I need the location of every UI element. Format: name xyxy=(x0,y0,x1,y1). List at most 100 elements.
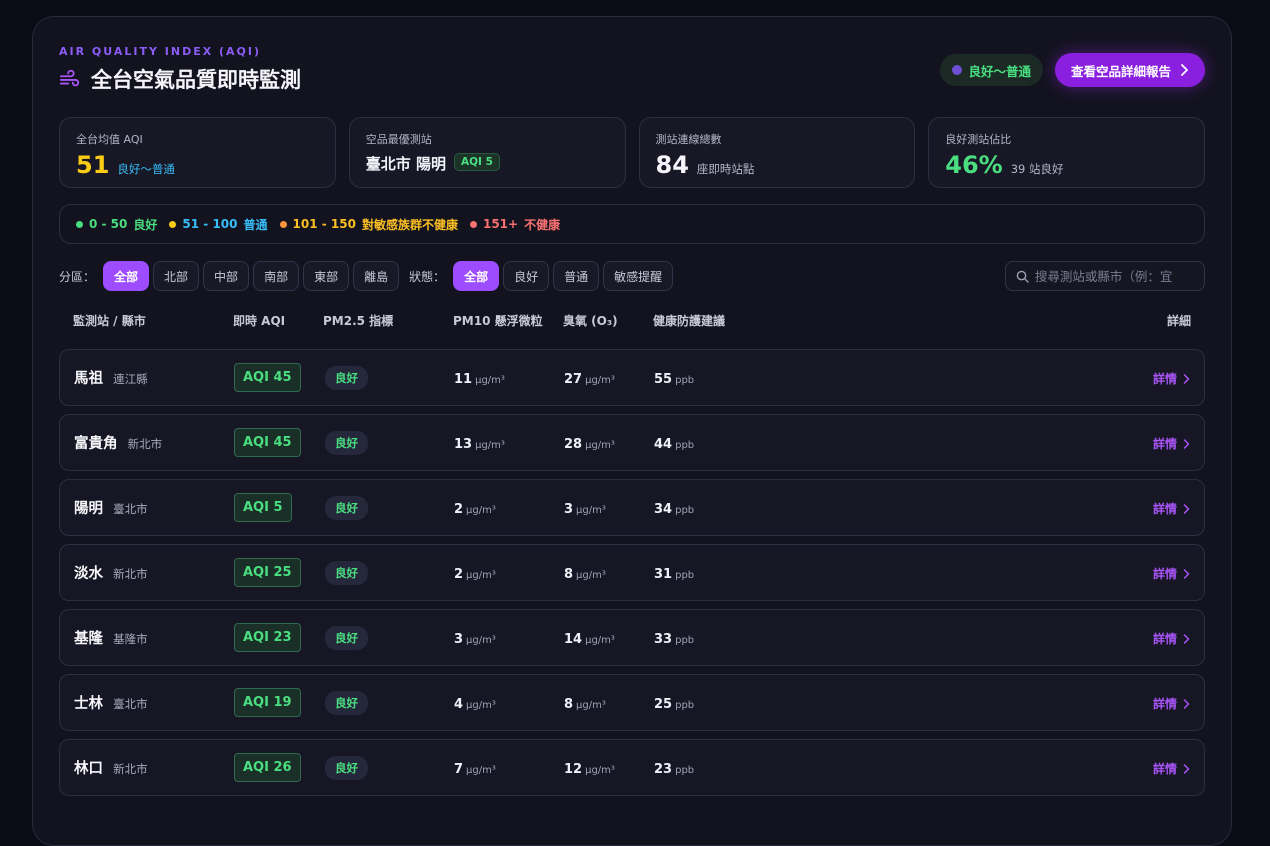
stat-label: 空品最優測站 xyxy=(365,133,432,146)
pm10-value: 2 xyxy=(454,502,464,517)
stat-value-row: 46% 39 站良好 xyxy=(945,151,1188,179)
station-cell: 士林 臺北市 xyxy=(74,692,234,713)
aqi-legend: 0 - 50 良好 51 - 100 普通 101 - 150 對敏感族群不健康… xyxy=(59,204,1205,244)
aqi-badge: AQI 25 xyxy=(234,558,301,587)
pm10-cell: 4 μg/m³ xyxy=(454,693,564,712)
status-chip-moderate[interactable]: 普通 xyxy=(553,261,600,291)
detail-link[interactable]: 詳情 xyxy=(1153,630,1190,647)
ozone-unit: μg/m³ xyxy=(576,700,606,711)
chevron-right-icon xyxy=(1183,633,1190,644)
legend-dot-icon xyxy=(469,220,477,228)
legend-range: 0 - 50 xyxy=(89,217,128,231)
ppb-unit: ppb xyxy=(675,570,695,581)
station-county: 連江縣 xyxy=(113,372,148,386)
view-report-button[interactable]: 查看空品詳細報告 xyxy=(1054,53,1205,87)
view-report-label: 查看空品詳細報告 xyxy=(1070,63,1171,79)
stat-label: 良好測站佔比 xyxy=(945,133,1012,146)
region-chip-islands[interactable]: 離島 xyxy=(353,261,400,291)
ozone-unit: μg/m³ xyxy=(576,505,606,516)
header-right: 良好～普通 查看空品詳細報告 xyxy=(940,53,1205,87)
ozone-unit: μg/m³ xyxy=(585,765,615,776)
detail-link[interactable]: 詳情 xyxy=(1153,370,1190,387)
ozone-unit: μg/m³ xyxy=(585,375,615,386)
table-row: 淡水 新北市 AQI 25 良好 2 μg/m³ 8 μg/m³ 31 ppb 詳情 xyxy=(59,544,1205,601)
pm25-badge: 良好 xyxy=(325,430,368,455)
best-station-name: 臺北市 陽明 xyxy=(365,155,446,173)
ozone-value: 14 xyxy=(564,632,583,647)
status-chip-all[interactable]: 全部 xyxy=(453,261,500,291)
station-name: 基隆 xyxy=(74,631,103,647)
pm10-value: 11 xyxy=(454,372,473,387)
col-header-detail: 詳細 xyxy=(1166,313,1191,328)
ppb-value: 34 xyxy=(654,502,673,517)
ozone-cell: 28 μg/m³ xyxy=(564,433,654,452)
region-chip-south[interactable]: 南部 xyxy=(253,261,300,291)
ppb-unit: ppb xyxy=(675,440,695,451)
detail-link[interactable]: 詳情 xyxy=(1153,435,1190,452)
ozone-cell: 8 μg/m³ xyxy=(564,693,654,712)
stat-card-total-stations: 測站連線總數 84 座即時站點 xyxy=(638,117,916,188)
region-chip-central[interactable]: 中部 xyxy=(203,261,250,291)
detail-link[interactable]: 詳情 xyxy=(1153,760,1190,777)
ppb-value: 25 xyxy=(654,697,673,712)
pm25-cell: 良好 xyxy=(324,690,454,715)
stat-value-row: 臺北市 陽明 AQI 5 xyxy=(365,152,609,174)
pm10-cell: 2 μg/m³ xyxy=(454,498,564,517)
ppb-unit: ppb xyxy=(675,765,695,776)
status-chip-sensitive[interactable]: 敏感提醒 xyxy=(603,261,674,291)
aqi-badge: AQI 5 xyxy=(234,493,292,522)
legend-item-good: 0 - 50 良好 xyxy=(76,216,157,233)
pm25-cell: 良好 xyxy=(324,430,454,455)
search-icon xyxy=(1016,270,1029,283)
table-row: 富貴角 新北市 AQI 45 良好 13 μg/m³ 28 μg/m³ 44 ppb … xyxy=(59,414,1205,471)
aqi-cell: AQI 26 xyxy=(234,753,324,782)
station-cell: 馬祖 連江縣 xyxy=(74,367,234,388)
pm25-cell: 良好 xyxy=(324,365,454,390)
ozone-value: 27 xyxy=(564,372,583,387)
status-filter-label: 狀態： xyxy=(409,269,446,284)
detail-label: 詳情 xyxy=(1152,567,1177,581)
pm25-badge: 良好 xyxy=(325,495,368,520)
station-name: 馬祖 xyxy=(74,371,103,387)
ppb-value: 55 xyxy=(654,372,673,387)
detail-link[interactable]: 詳情 xyxy=(1153,565,1190,582)
status-chip-good[interactable]: 良好 xyxy=(503,261,550,291)
aqi-badge: AQI 26 xyxy=(234,753,301,782)
advice-cell: 31 ppb xyxy=(654,563,1130,582)
pm10-unit: μg/m³ xyxy=(466,765,496,776)
stats-row: 全台均值 AQI 51 良好～普通 空品最優測站 臺北市 陽明 AQI 5 測站… xyxy=(59,117,1205,188)
detail-cell: 詳情 xyxy=(1130,433,1190,452)
pm25-badge: 良好 xyxy=(325,365,368,390)
search-input[interactable] xyxy=(1034,268,1194,284)
chevron-right-icon xyxy=(1183,698,1190,709)
table-row: 馬祖 連江縣 AQI 45 良好 11 μg/m³ 27 μg/m³ 55 ppb 詳… xyxy=(59,349,1205,406)
station-name: 淡水 xyxy=(74,566,103,582)
stat-label: 測站連線總數 xyxy=(655,133,722,146)
legend-item-moderate: 51 - 100 普通 xyxy=(169,216,268,233)
average-aqi-status: 良好～普通 xyxy=(117,162,175,176)
station-name: 陽明 xyxy=(74,501,103,517)
detail-link[interactable]: 詳情 xyxy=(1153,500,1190,517)
aqi-badge: AQI 23 xyxy=(234,623,301,652)
pm10-cell: 2 μg/m³ xyxy=(454,563,564,582)
pm10-unit: μg/m³ xyxy=(466,505,496,516)
stat-value-row: 84 座即時站點 xyxy=(656,151,899,179)
legend-dot-icon xyxy=(76,220,83,228)
pm25-cell: 良好 xyxy=(324,625,454,650)
ozone-cell: 3 μg/m³ xyxy=(564,498,654,517)
eyebrow-label: AIR QUALITY INDEX (AQI) xyxy=(59,45,262,58)
station-county: 臺北市 xyxy=(113,502,148,516)
region-chip-north[interactable]: 北部 xyxy=(153,261,200,291)
region-chip-east[interactable]: 東部 xyxy=(303,261,350,291)
table-row: 林口 新北市 AQI 26 良好 7 μg/m³ 12 μg/m³ 23 ppb 詳情 xyxy=(59,739,1205,796)
aqi-badge: AQI 45 xyxy=(234,363,301,392)
advice-cell: 55 ppb xyxy=(654,368,1130,387)
pm10-unit: μg/m³ xyxy=(475,375,505,386)
pm25-cell: 良好 xyxy=(324,755,454,780)
pm10-value: 3 xyxy=(454,632,464,647)
detail-link[interactable]: 詳情 xyxy=(1153,695,1190,712)
table-header: 監測站 / 縣市 即時 AQI PM2.5 指標 PM10 懸浮微粒 臭氧 (O… xyxy=(59,291,1205,349)
region-chip-all[interactable]: 全部 xyxy=(103,261,150,291)
station-cell: 林口 新北市 xyxy=(74,757,234,778)
pm10-cell: 13 μg/m³ xyxy=(454,433,564,452)
